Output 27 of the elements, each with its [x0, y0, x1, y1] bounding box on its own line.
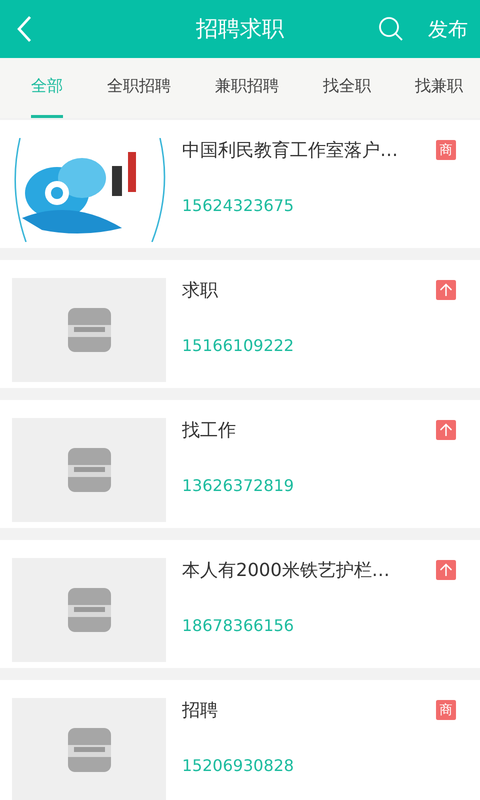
category-tab[interactable]: 兼职招聘 [215, 58, 279, 118]
page-title: 招聘求职 [196, 16, 284, 44]
listing-title: 中国利民教育工作室落户… [182, 139, 399, 162]
listing-card[interactable]: 找工作 13626372819 [0, 400, 480, 528]
search-icon[interactable] [378, 16, 404, 42]
phone-number: 15166109222 [182, 336, 295, 355]
pinned-top-icon [436, 560, 456, 580]
listing-title: 本人有2000米铁艺护栏… [182, 559, 391, 582]
listing-card[interactable]: 求职 15166109222 [0, 260, 480, 388]
pinned-top-icon [436, 420, 456, 440]
category-tab[interactable]: 找全职 [323, 58, 371, 118]
phone-number: 15206930828 [182, 756, 295, 775]
listing-title: 求职 [182, 279, 219, 302]
back-icon[interactable] [16, 15, 32, 43]
listing-title: 招聘 [182, 699, 219, 722]
category-tab[interactable]: 找兼职 [415, 58, 463, 118]
listing-card[interactable]: 中国利民教育工作室落户… 15624323675 商 [0, 120, 480, 248]
listing-card[interactable]: 招聘 15206930828 商 [0, 680, 480, 800]
phone-number: 13626372819 [182, 476, 295, 495]
listing-title: 找工作 [182, 419, 237, 442]
phone-number: 18678366156 [182, 616, 295, 635]
category-tab[interactable]: 全职招聘 [107, 58, 171, 118]
listing-card[interactable]: 本人有2000米铁艺护栏… 18678366156 [0, 540, 480, 668]
merchant-badge: 商 [436, 140, 456, 160]
phone-number: 15624323675 [182, 196, 295, 215]
merchant-badge: 商 [436, 700, 456, 720]
pinned-top-icon [436, 280, 456, 300]
